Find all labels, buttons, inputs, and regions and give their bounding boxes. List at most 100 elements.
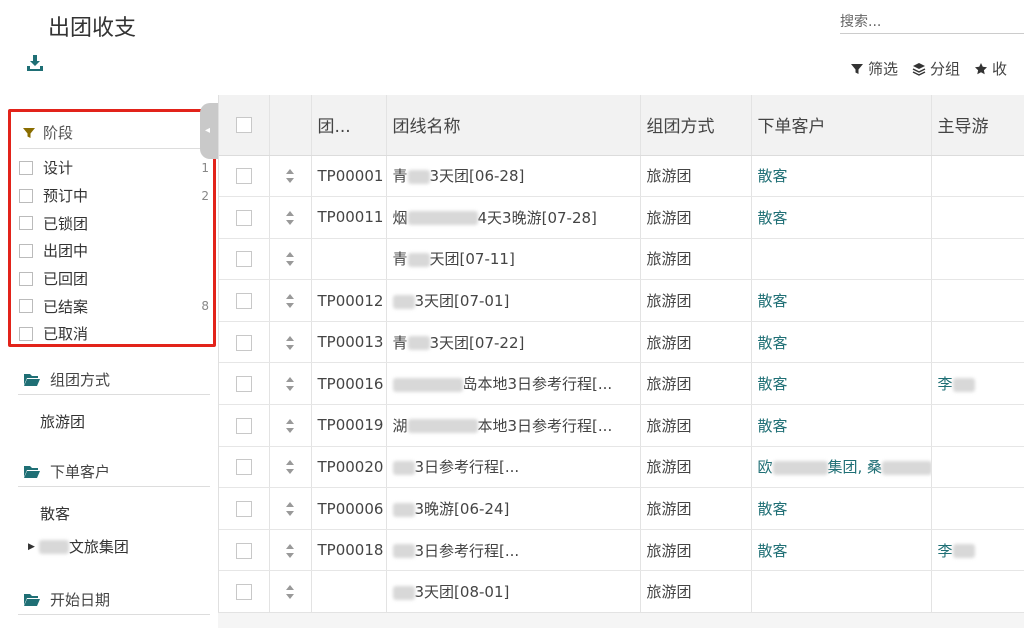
row-checkbox[interactable] [235,501,252,518]
cell-customer[interactable]: 散客 [751,155,932,198]
download-icon[interactable] [26,54,44,72]
table-row[interactable]: TP00001 青 3天团[06-28] 旅游团 散客 [219,155,1024,198]
column-header-customer[interactable]: 下单客户 [751,95,932,156]
table-row[interactable]: TP00006 3晚游[06-24] 旅游团 散客 [219,487,1024,530]
search-input[interactable]: 搜索... [840,8,1024,34]
cell-name: 青 3天团[06-28] [386,155,641,198]
row-checkbox[interactable] [235,459,252,476]
drag-handle-icon[interactable] [285,294,295,309]
drag-handle-icon[interactable] [285,377,295,392]
table-row[interactable]: TP00011 烟 4天3晚游[07-28] 旅游团 散客 [219,196,1024,239]
cell-code: TP00018 [311,529,387,572]
cell-customer[interactable] [751,238,932,281]
group-item[interactable]: 散客 [18,497,210,530]
cell-guide [931,446,1024,489]
cell-code: TP00019 [311,404,387,447]
page: 出团收支 搜索... 筛选 分组 收 阶段 设计 1 预订中 2 已锁团 出团中… [0,0,1024,628]
cell-customer[interactable]: 散客 [751,487,932,530]
cell-name: 3天团[08-01] [386,570,641,614]
column-header-name[interactable]: 团线名称 [386,95,641,156]
cell-customer[interactable] [751,570,932,614]
drag-handle-icon[interactable] [285,210,295,225]
cell-customer[interactable]: 散客 [751,321,932,364]
group-header[interactable]: 下单客户 [18,457,210,487]
stage-facet-header: 阶段 [23,122,73,143]
drag-handle-icon[interactable] [285,585,295,600]
collapse-panel-handle[interactable]: ◂ [200,103,218,159]
table-row[interactable]: TP00020 3日参考行程[... 旅游团欧集团, 桑 [219,446,1024,489]
cell-customer[interactable]: 散客 [751,529,932,572]
checkbox[interactable] [19,243,33,258]
drag-handle-icon[interactable] [285,335,295,350]
row-checkbox[interactable] [235,584,252,601]
checkbox[interactable] [19,160,33,175]
drag-handle-icon[interactable] [285,543,295,558]
table-row[interactable]: 3天团[08-01] 旅游团 [219,570,1024,614]
facet-item[interactable]: 已锁团 [19,209,209,237]
drag-handle-icon[interactable] [285,169,295,184]
folder-open-icon [24,466,40,478]
group-item[interactable]: 旅游团 [18,405,210,438]
drag-handle-icon[interactable] [285,460,295,475]
favorites-button[interactable]: 收 [974,58,1007,79]
table-row[interactable]: TP00013 青 3天团[07-22] 旅游团 散客 [219,321,1024,364]
records-table: 团... 团线名称 组团方式 下单客户 主导游 TP00001 青 3天团[06-2… [219,95,1024,614]
facet-count: 8 [201,299,209,314]
row-checkbox[interactable] [235,209,252,226]
search-panel: 阶段 设计 1 预订中 2 已锁团 出团中 已回团 已结案 8 已取消 ◂ 组团方式 … [0,95,218,628]
facet-item[interactable]: 已回团 [19,265,209,293]
checkbox[interactable] [19,326,33,341]
chevron-left-icon: ◂ [205,125,211,136]
cell-customer[interactable]: 散客 [751,196,932,239]
cell-customer[interactable]: 散客 [751,279,932,322]
table-row[interactable]: 青天团[07-11] 旅游团 [219,238,1024,281]
drag-handle-icon[interactable] [285,418,295,433]
folder-open-icon [24,594,40,606]
filter-button[interactable]: 筛选 [850,58,898,79]
table-row[interactable]: TP00018 3日参考行程[... 旅游团 散客李 [219,529,1024,572]
facet-item[interactable]: 预订中 2 [19,182,209,210]
group-header[interactable]: 开始日期 [18,585,210,615]
row-checkbox[interactable] [235,293,252,310]
cell-name: 湖本地3日参考行程[... [386,404,641,447]
row-checkbox[interactable] [235,542,252,559]
cell-customer[interactable]: 散客 [751,404,932,447]
table-row[interactable]: TP00012 3天团[07-01] 旅游团 散客 [219,279,1024,322]
checkbox[interactable] [19,299,33,314]
facet-item[interactable]: 出团中 [19,237,209,265]
checkbox[interactable] [19,188,33,203]
table-row[interactable]: TP00016 岛本地3日参考行程[... 旅游团 散客李 [219,362,1024,406]
table-body: TP00001 青 3天团[06-28] 旅游团 散客 TP00011 烟 4天3晚游[07-… [219,155,1024,614]
select-all-checkbox[interactable] [235,116,252,133]
group-by-button[interactable]: 分组 [912,58,960,79]
drag-handle-icon[interactable] [285,502,295,517]
group-by-label: 分组 [930,60,961,78]
group-item-expandable[interactable]: ▶ 文旅集团 [18,530,210,563]
cell-code: TP00020 [311,446,387,489]
cell-customer[interactable]: 散客 [751,362,932,406]
column-header-code[interactable]: 团... [311,95,387,156]
checkbox[interactable] [19,216,33,231]
row-checkbox[interactable] [235,251,252,268]
select-all-header [219,95,270,156]
facet-item[interactable]: 设计 1 [19,154,209,182]
drag-handle-icon[interactable] [285,252,295,267]
facet-item[interactable]: 已结案 8 [19,292,209,320]
checkbox[interactable] [19,271,33,286]
facet-count: 1 [201,160,209,175]
favorites-label: 收 [992,60,1008,78]
group-header[interactable]: 组团方式 [18,365,210,395]
column-header-mode[interactable]: 组团方式 [640,95,752,156]
cell-name: 青天团[07-11] [386,238,641,281]
row-checkbox[interactable] [235,376,252,393]
column-header-guide[interactable]: 主导游 [931,95,1024,156]
cell-mode: 旅游团 [640,570,752,614]
cell-code: TP00012 [311,279,387,322]
table-row[interactable]: TP00019 湖本地3日参考行程[... 旅游团 散客 [219,404,1024,447]
cell-customer[interactable]: 欧集团, 桑 [751,446,932,489]
cell-guide [931,155,1024,198]
facet-item[interactable]: 已取消 [19,320,209,348]
row-checkbox[interactable] [235,168,252,185]
row-checkbox[interactable] [235,417,252,434]
row-checkbox[interactable] [235,334,252,351]
